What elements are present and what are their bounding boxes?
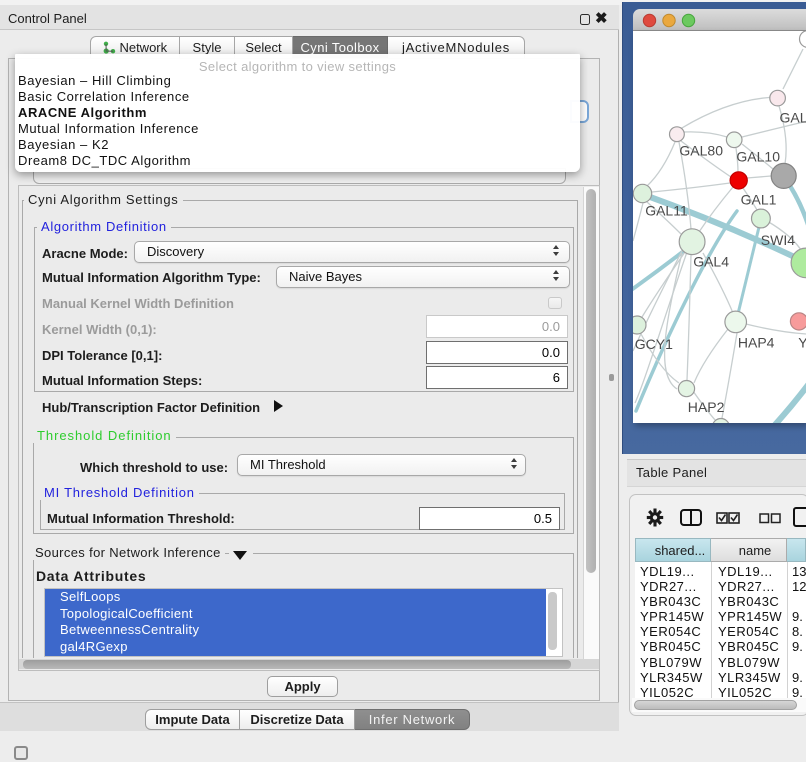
svg-text:GAL11: GAL11 (645, 203, 688, 219)
svg-text:GAL10: GAL10 (736, 149, 780, 165)
svg-text:GAL1: GAL1 (741, 192, 777, 208)
svg-text:Y: Y (798, 335, 806, 351)
svg-text:GAL80: GAL80 (679, 142, 723, 158)
svg-text:GCY1: GCY1 (635, 336, 673, 352)
svg-text:GAL4: GAL4 (693, 254, 729, 270)
svg-text:GAL2: GAL2 (780, 110, 806, 126)
svg-text:HAP2: HAP2 (688, 399, 725, 415)
svg-text:SWI4: SWI4 (761, 232, 795, 248)
svg-text:HAP4: HAP4 (738, 335, 775, 351)
